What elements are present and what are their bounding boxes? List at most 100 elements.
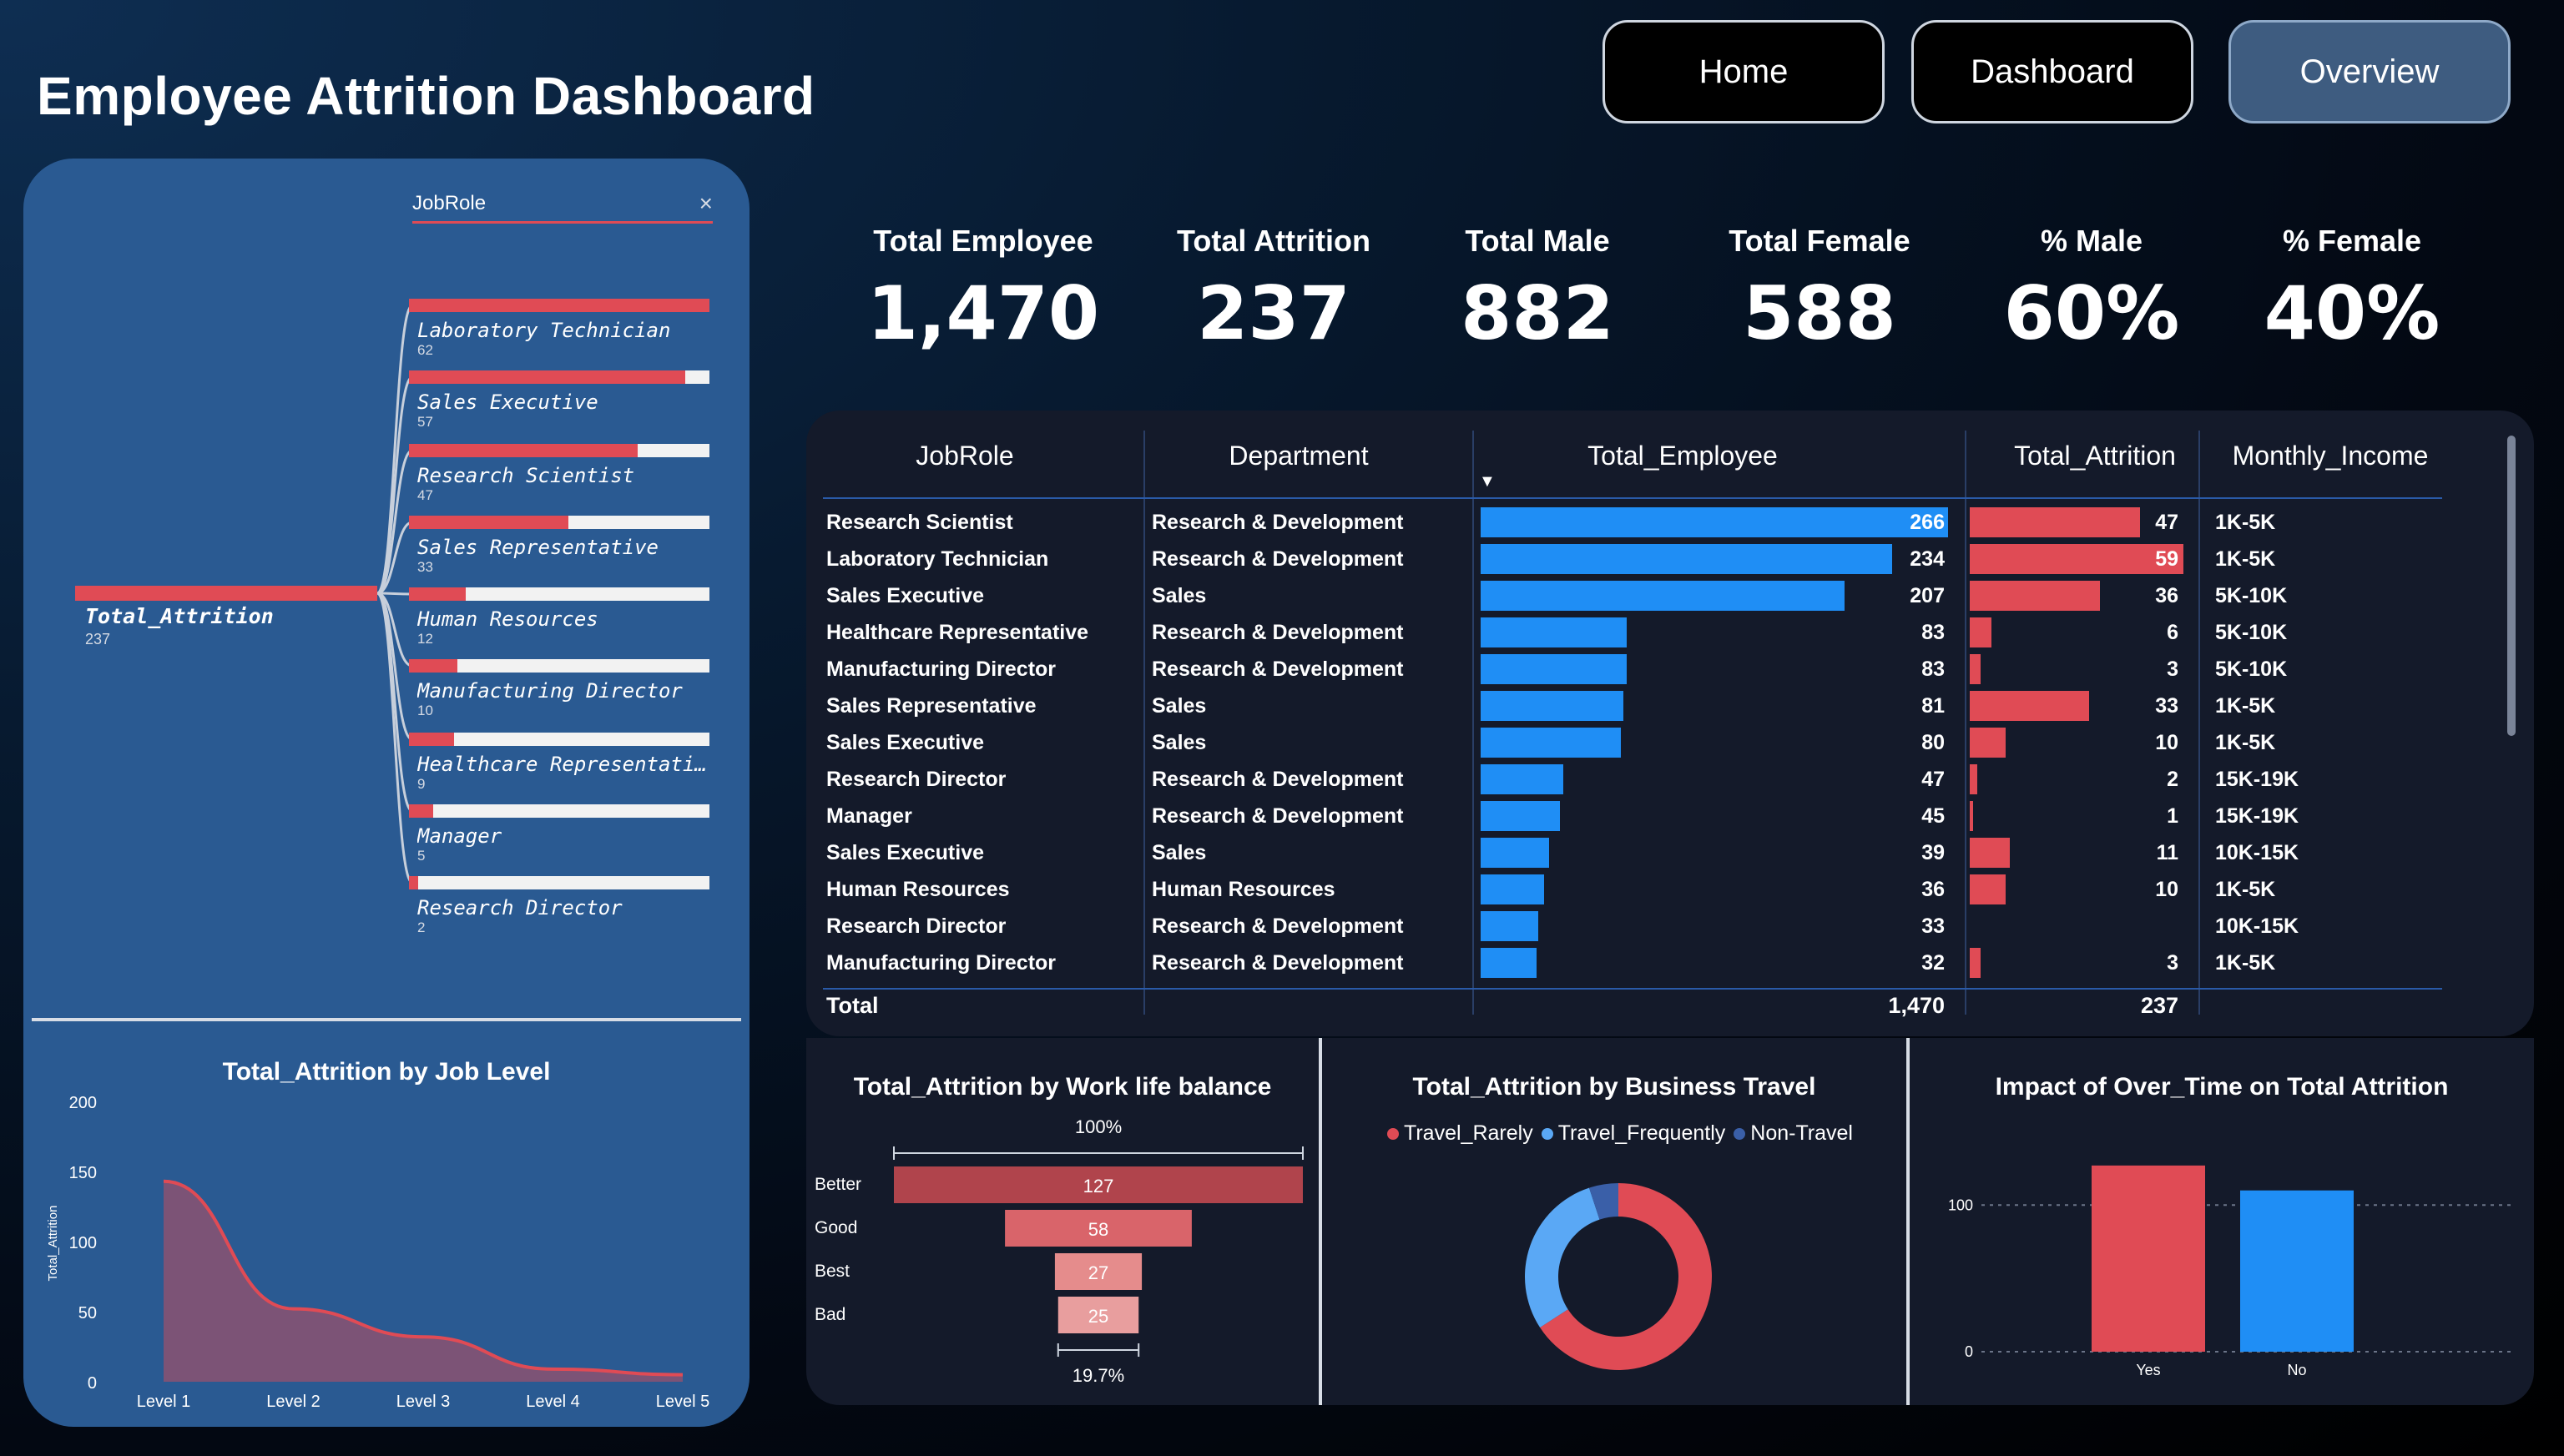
employee-bar [1481, 838, 1550, 868]
legend-item[interactable]: Travel_Frequently [1541, 1121, 1725, 1145]
sort-desc-icon[interactable]: ▼ [1479, 472, 1496, 491]
tree-node-label: Research Scientist [417, 464, 635, 487]
tree-root-bar[interactable] [75, 586, 377, 601]
tree-node-bar-fill [409, 804, 433, 818]
tree-connector [376, 592, 413, 596]
cell-department: Research & Development [1152, 621, 1404, 644]
y-tick-label: 0 [88, 1374, 97, 1393]
cell-monthly-income: 5K-10K [2215, 621, 2288, 644]
col-header-total-employee[interactable]: Total_Employee [1474, 441, 1891, 471]
cell-total-attrition: 47 [2155, 511, 2178, 534]
table-row[interactable]: Human Resources Human Resources 36 10 1K-5K [826, 871, 2454, 908]
tree-node-bar-fill [409, 516, 568, 529]
x-tick-label: No [2287, 1362, 2306, 1378]
tree-node[interactable]: Healthcare Representati... 9 [409, 733, 709, 793]
y-tick-label: 0 [1965, 1343, 1973, 1360]
x-tick-label: Level 3 [396, 1393, 451, 1410]
tree-connector [376, 304, 414, 595]
overview-button[interactable]: Overview [2228, 20, 2511, 123]
work-life-balance-funnel: 100% 127 Better 58 Good 27 Best 25 Bad 19.7% [815, 1116, 1304, 1386]
table-scrollbar[interactable] [2507, 436, 2516, 736]
tree-node-label: Healthcare Representati... [417, 753, 709, 776]
table-row[interactable]: Research Director Research & Development 3… [826, 908, 2454, 945]
legend-swatch [1541, 1128, 1553, 1141]
tree-node[interactable]: Manufacturing Director 10 [409, 659, 709, 719]
tree-node[interactable]: Manager 5 [409, 804, 709, 864]
cell-total-attrition: 10 [2155, 878, 2178, 901]
dashboard-button[interactable]: Dashboard [1911, 20, 2193, 123]
legend-item[interactable]: Non-Travel [1734, 1121, 1853, 1145]
tree-node-bar-track [409, 733, 709, 746]
table-row[interactable]: Manager Research & Development 45 1 15K-19K [826, 798, 2454, 834]
tree-node-label: Manufacturing Director [417, 679, 683, 703]
kpi-value: 60% [2003, 270, 2180, 356]
attrition-bar [1970, 801, 1974, 831]
cell-monthly-income: 15K-19K [2215, 804, 2299, 828]
table-row[interactable]: Sales Executive Sales 80 10 1K-5K [826, 724, 2454, 761]
kpi-label: % Male [2040, 224, 2143, 258]
tree-node-bar-fill [409, 299, 709, 312]
cell-monthly-income: 1K-5K [2215, 694, 2276, 718]
kpi-label: Total Female [1729, 224, 1910, 258]
chart-title: Total_Attrition by Job Level [222, 1058, 551, 1086]
tree-node[interactable]: Sales Representative 33 [409, 516, 709, 576]
tree-node[interactable]: Human Resources 12 [409, 587, 709, 647]
tree-node-bar-fill [409, 876, 418, 889]
tree-node-value: 9 [417, 776, 426, 792]
home-button[interactable]: Home [1602, 20, 1885, 123]
col-header-jobrole[interactable]: JobRole [840, 441, 1090, 471]
tree-node[interactable]: Research Scientist 47 [409, 444, 709, 504]
table-row[interactable]: Healthcare Representative Research & Deve… [826, 614, 2454, 651]
cell-jobrole: Sales Executive [826, 731, 985, 754]
cell-department: Human Resources [1152, 878, 1335, 901]
tree-node-bar-fill [409, 370, 686, 384]
table-row[interactable]: Laboratory Technician Research & Developm… [826, 541, 2454, 577]
tree-node-value: 57 [417, 414, 433, 430]
funnel-top-label: 100% [1075, 1116, 1122, 1137]
cell-total-employee: 80 [1921, 731, 1945, 754]
business-travel-legend: Travel_Rarely Travel_Frequently Non-Travel [1374, 1121, 1875, 1146]
cell-total-attrition: 6 [2167, 621, 2178, 644]
cell-jobrole: Research Director [826, 768, 1007, 791]
table-row[interactable]: Research Scientist Research & Development… [826, 504, 2454, 541]
employee-bar [1481, 654, 1627, 684]
attrition-bar [1970, 764, 1977, 794]
tree-root-value: 237 [85, 631, 111, 647]
attrition-bar [1970, 948, 1981, 978]
tree-node[interactable]: Research Director 2 [409, 876, 709, 936]
col-header-monthly-income[interactable]: Monthly_Income [2205, 441, 2455, 471]
legend-item[interactable]: Travel_Rarely [1387, 1121, 1533, 1145]
kpi-card: % Female 40% [2227, 224, 2477, 356]
left-panel: JobRole × Total_Attrition 237 Laboratory… [23, 159, 750, 1427]
tree-node-bar-track [409, 587, 709, 601]
cell-monthly-income: 1K-5K [2215, 547, 2276, 571]
tree-node[interactable]: Laboratory Technician 62 [409, 299, 709, 359]
employee-bar [1481, 874, 1544, 904]
tree-node-bar-fill [409, 444, 638, 457]
tree-node-label: Laboratory Technician [417, 319, 671, 342]
legend-swatch [1734, 1128, 1746, 1141]
cell-total-employee: 266 [1910, 511, 1945, 534]
table-row[interactable]: Research Director Research & Development 4… [826, 761, 2454, 798]
funnel-category-label: Best [815, 1262, 850, 1281]
tree-node-label: Manager [417, 824, 502, 848]
table-row[interactable]: Manufacturing Director Research & Develop… [826, 945, 2454, 981]
funnel-range-bracket [1057, 1343, 1140, 1357]
col-header-department[interactable]: Department [1148, 441, 1449, 471]
divider [32, 1018, 741, 1021]
tree-node[interactable]: Sales Executive 57 [409, 370, 709, 431]
tree-node-label: Research Director [417, 896, 623, 919]
table-row[interactable]: Manufacturing Director Research & Develop… [826, 651, 2454, 688]
chart-title: Impact of Over_Time on Total Attrition [1995, 1073, 2449, 1101]
table-row[interactable]: Sales Representative Sales 81 33 1K-5K [826, 688, 2454, 724]
total-attrition-value: 237 [2140, 993, 2178, 1018]
kpi-label: Total Male [1465, 224, 1610, 258]
table-row[interactable]: Sales Executive Sales 39 11 10K-15K [826, 834, 2454, 871]
table-row[interactable]: Sales Executive Sales 207 36 5K-10K [826, 577, 2454, 614]
col-header-total-attrition[interactable]: Total_Attrition [1978, 441, 2212, 471]
kpi-card: Total Attrition 237 [1148, 224, 1399, 356]
cell-jobrole: Manufacturing Director [826, 657, 1057, 681]
cell-department: Research & Development [1152, 951, 1404, 975]
cell-monthly-income: 5K-10K [2215, 657, 2288, 681]
funnel-value-label: 25 [1088, 1306, 1108, 1327]
